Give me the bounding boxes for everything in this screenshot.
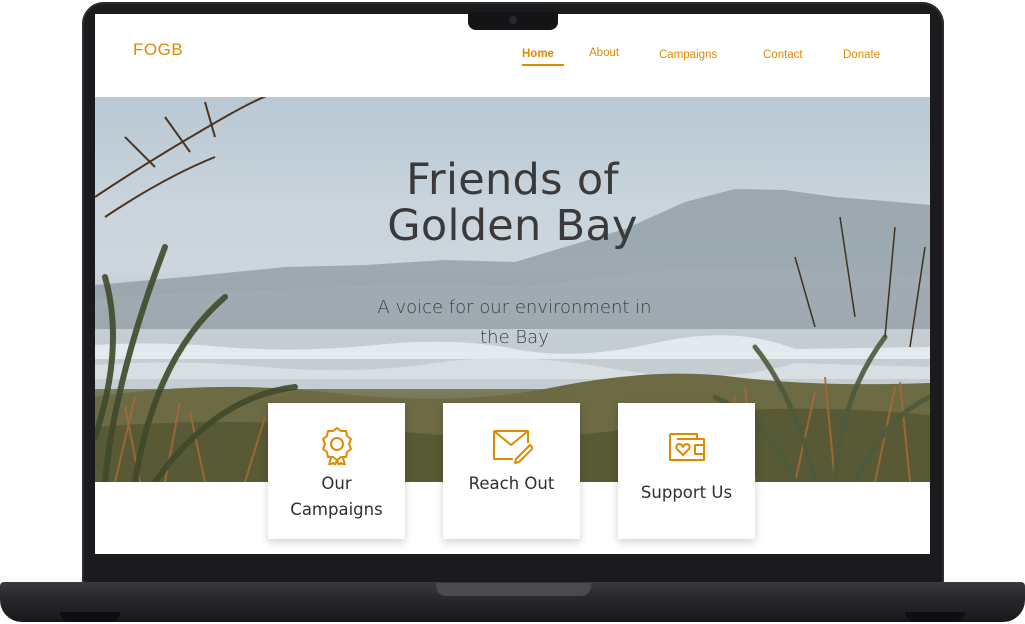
nav-item-campaigns[interactable]: Campaigns [659, 49, 717, 61]
laptop-mockup: FOGB Home About Campaigns Contact Donate [0, 0, 1025, 624]
card-label-campaigns: Campaigns [290, 500, 383, 519]
active-nav-underline [522, 64, 564, 66]
laptop-foot-right [905, 612, 965, 622]
site-logo[interactable]: FOGB [133, 40, 183, 60]
nav-item-donate[interactable]: Donate [843, 49, 880, 61]
hero-title: Friends of Golden Bay [95, 157, 930, 249]
nav-item-home[interactable]: Home [522, 48, 554, 60]
laptop-foot-left [60, 612, 120, 622]
nav-item-contact[interactable]: Contact [763, 49, 803, 61]
card-label-our: Our [321, 474, 352, 493]
envelope-pencil-icon [443, 425, 580, 465]
card-support-us[interactable]: Support Us [618, 403, 755, 539]
laptop-opening-lip [436, 583, 591, 596]
hero-title-line-1: Friends of [406, 155, 619, 205]
webcam-icon [510, 17, 516, 23]
laptop-screen: FOGB Home About Campaigns Contact Donate [95, 14, 930, 554]
hero-subtitle: A voice for our environment in the Bay [377, 297, 652, 348]
wallet-heart-icon [618, 425, 755, 465]
card-our-campaigns[interactable]: Our Campaigns [268, 403, 405, 539]
card-label-support-us: Support Us [640, 483, 733, 502]
nav-item-about[interactable]: About [589, 47, 619, 59]
card-reach-out[interactable]: Reach Out [443, 403, 580, 539]
camera-notch [468, 12, 558, 30]
card-label-reach-out: Reach Out [468, 474, 555, 493]
award-badge-icon [268, 425, 405, 465]
hero-title-line-2: Golden Bay [387, 201, 638, 251]
